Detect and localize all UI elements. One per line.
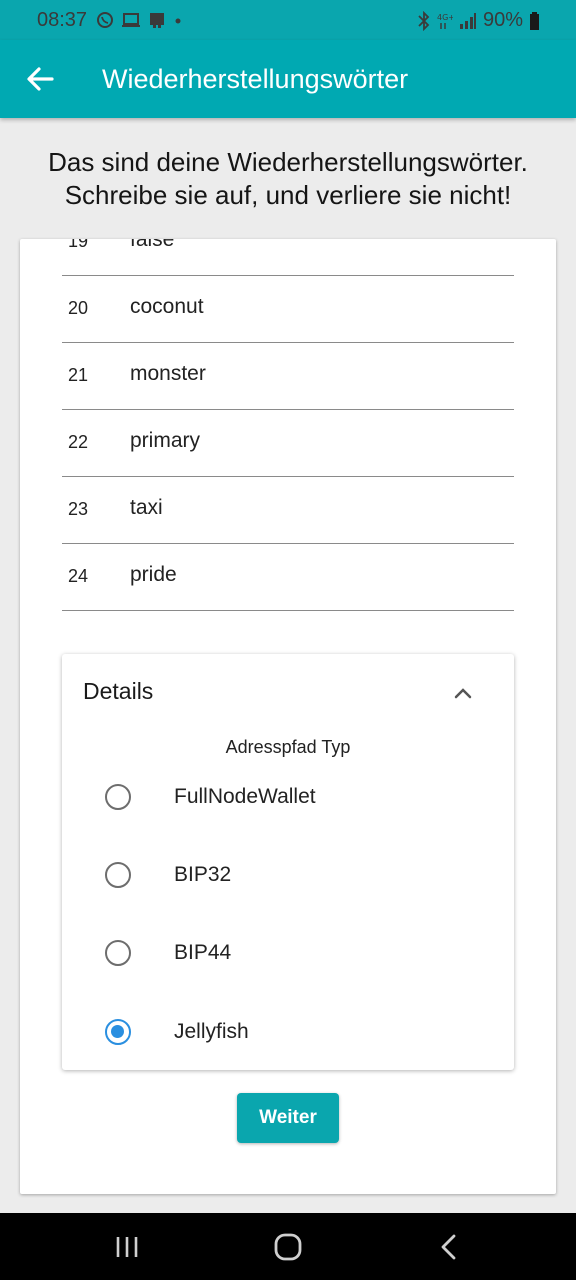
radio-label: BIP32 [174,863,232,886]
bluetooth-icon [418,10,430,31]
word-row-24: 24 pride [62,544,514,611]
recovery-word: primary [130,429,201,452]
battery-icon [530,11,539,30]
radio-button[interactable] [105,784,131,810]
radio-label: FullNodeWallet [174,785,316,808]
recovery-words-card: 19 false 20 coconut 21 monster 22 primar… [20,239,556,1194]
details-panel: Details Adresspfad Typ FullNodeWallet BI… [62,654,514,1070]
page-title: Wiederherstellungswörter [102,64,409,94]
network-4g-icon: 4G+ [437,13,453,29]
radio-label: Jellyfish [174,1020,249,1043]
back-nav-icon[interactable] [434,1231,466,1263]
signal-icon [459,12,476,29]
details-header[interactable]: Details [83,678,153,705]
radio-button[interactable] [105,940,131,966]
radio-button[interactable] [105,862,131,888]
radio-option-bip44[interactable]: BIP44 [62,922,514,982]
instruction-text: Das sind deine Wiederherstellungswörter.… [0,146,576,212]
status-time: 08:37 [37,9,88,31]
word-number: 21 [68,365,89,385]
battery-percent: 90% [482,9,523,31]
recovery-word: taxi [130,496,163,519]
radio-label: BIP44 [174,941,232,964]
status-bar: 08:37 4G+ 90% [0,0,576,40]
recovery-word: coconut [130,295,204,318]
word-row-22: 22 primary [62,410,514,477]
app-icon [150,13,164,28]
radio-option-bip32[interactable]: BIP32 [62,844,514,904]
arrow-back-icon[interactable] [22,60,60,98]
instruction-line-2: Schreibe sie auf, und verliere sie nicht… [64,180,512,210]
system-nav-bar [0,1213,576,1280]
instruction-line-1: Das sind deine Wiederherstellungswörter. [48,147,528,177]
radio-button-selected[interactable] [105,1019,131,1045]
word-row-23: 23 taxi [62,477,514,544]
address-path-type-label: Adresspfad Typ [225,737,351,757]
radio-option-jellyfish[interactable]: Jellyfish [62,1001,514,1061]
recent-apps-icon[interactable] [111,1231,143,1263]
svg-text:4G+: 4G+ [437,13,453,22]
recovery-word: pride [130,563,177,586]
word-row-20: 20 coconut [62,276,514,343]
laptop-icon [122,13,140,27]
word-number: 22 [68,432,89,452]
word-row-19: 19 false [62,239,514,276]
continue-button[interactable]: Weiter [237,1093,339,1143]
word-number: 20 [68,298,89,318]
word-number: 19 [68,239,89,251]
chevron-up-icon[interactable] [452,682,474,704]
word-number: 24 [68,566,89,586]
whatsapp-icon [97,12,113,28]
word-number: 23 [68,499,89,519]
recovery-word: monster [130,362,206,385]
home-icon[interactable] [272,1231,304,1263]
dot-icon [175,18,181,24]
recovery-word: false [130,239,175,251]
app-bar: Wiederherstellungswörter [0,40,576,118]
word-row-21: 21 monster [62,343,514,410]
radio-option-fullnodewallet[interactable]: FullNodeWallet [62,766,514,826]
